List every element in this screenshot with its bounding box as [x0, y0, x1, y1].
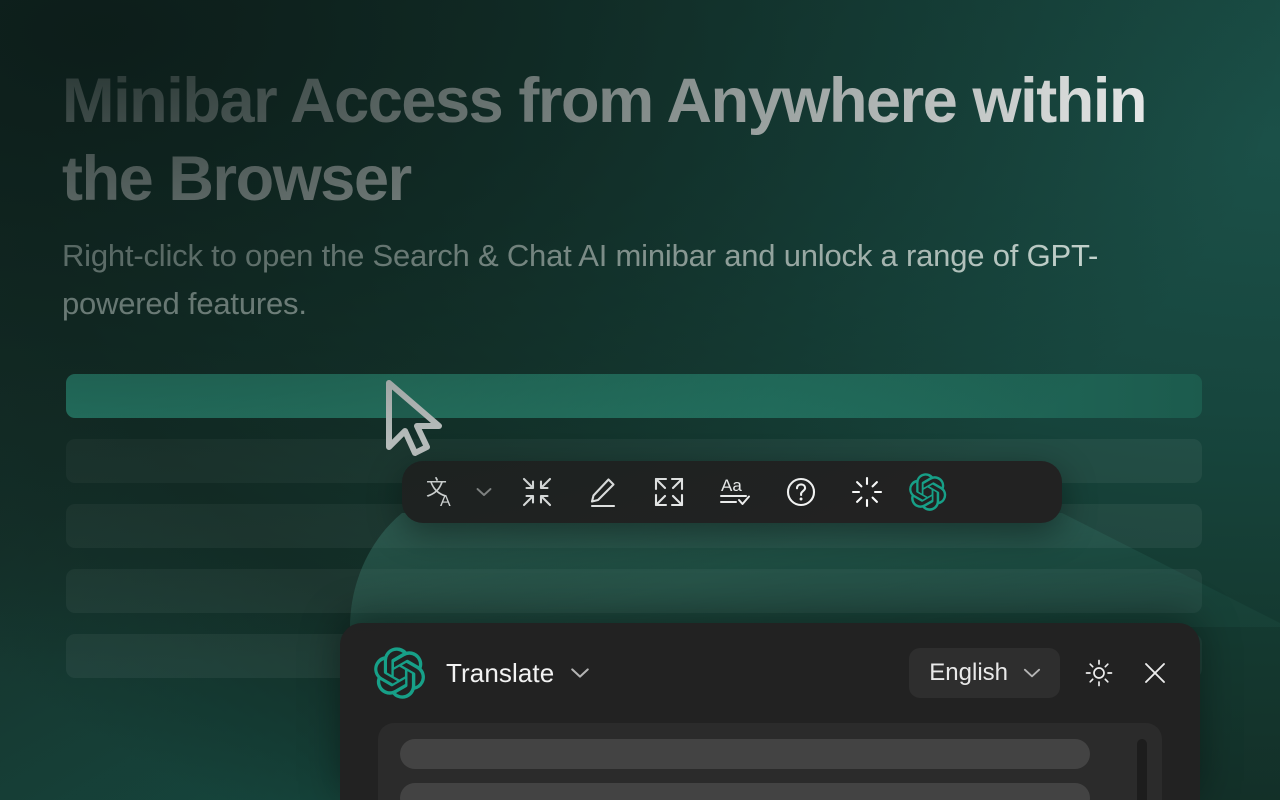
page-subtitle: Right-click to open the Search & Chat AI… [62, 232, 1122, 328]
close-icon [1140, 658, 1170, 688]
translate-panel-header: Translate English [340, 623, 1200, 723]
ai-minibar-toolbar[interactable]: 文 A [402, 461, 1062, 523]
mouse-pointer-arrow-icon [381, 379, 451, 459]
translate-panel-title: Translate [446, 658, 554, 689]
language-selector[interactable]: English [909, 648, 1060, 698]
question-circle-icon [785, 476, 817, 508]
chevron-down-icon [568, 661, 592, 685]
content-bar-selected[interactable] [66, 374, 1202, 418]
translate-panel: Translate English [340, 623, 1200, 800]
sparkle-burst-icon [851, 476, 883, 508]
minibar-rewrite-button[interactable] [570, 470, 636, 514]
expand-arrows-icon [653, 476, 685, 508]
svg-text:A: A [440, 493, 451, 509]
aa-check-icon: Aa [718, 475, 752, 509]
close-button[interactable] [1138, 656, 1172, 690]
translate-panel-body [378, 723, 1162, 800]
minibar-grammar-button[interactable]: Aa [702, 470, 768, 514]
theme-toggle-button[interactable] [1082, 656, 1116, 690]
minibar-expand-button[interactable] [636, 470, 702, 514]
content-bar [66, 569, 1202, 613]
minibar-explain-button[interactable] [768, 470, 834, 514]
page-title: Minibar Access from Anywhere within the … [62, 62, 1222, 218]
skeleton-line [400, 783, 1090, 800]
minibar-translate-button[interactable]: 文 A [420, 470, 464, 514]
vertical-scrollbar[interactable] [1137, 739, 1147, 800]
skeleton-line [400, 739, 1090, 769]
openai-logo-icon [374, 647, 426, 699]
translate-icon: 文 A [425, 475, 459, 509]
translate-mode-dropdown-button[interactable] [568, 661, 592, 685]
shrink-arrows-icon [521, 476, 553, 508]
minibar-chat-button[interactable] [900, 470, 956, 514]
svg-text:Aa: Aa [721, 476, 742, 495]
chevron-down-icon [1021, 662, 1043, 684]
promo-banner: Minibar Access from Anywhere within the … [0, 0, 1280, 800]
chevron-down-icon [474, 482, 494, 502]
pencil-underline-icon [587, 476, 619, 508]
openai-logo-icon [909, 473, 947, 511]
minibar-shorten-button[interactable] [504, 470, 570, 514]
language-selector-label: English [929, 659, 1008, 687]
sun-icon [1084, 658, 1114, 688]
minibar-translate-options-button[interactable] [464, 470, 504, 514]
minibar-summarize-button[interactable] [834, 470, 900, 514]
